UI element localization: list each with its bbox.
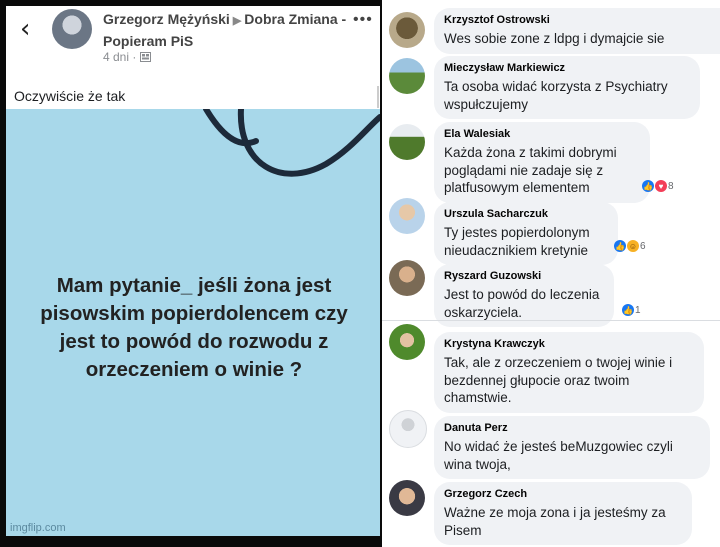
post-author-line[interactable]: Grzegorz Mężyński ▶ Dobra Zmiana - Popiera… (103, 9, 353, 51)
comment-text: Ty jestes popierdolonym nieudacznikiem k… (444, 225, 590, 258)
comment-author[interactable]: Ela Walesiak (444, 128, 640, 140)
avatar[interactable] (389, 58, 425, 94)
comment-text: Jest to powód do leczenia oskarzyciela. (444, 287, 600, 320)
post-header: ‹ Grzegorz Mężyński ▶ Dobra Zmiana - Popie… (6, 6, 380, 80)
scroll-indicator (377, 86, 379, 108)
like-icon: 👍 (642, 180, 654, 192)
comment-author[interactable]: Urszula Sacharczuk (444, 208, 608, 220)
post-text: Oczywiście że tak (14, 88, 126, 104)
comment-author[interactable]: Danuta Perz (444, 422, 700, 434)
post-meta: 4 dni · (103, 50, 151, 64)
post-panel: ‹ Grzegorz Mężyński ▶ Dobra Zmiana - Popie… (6, 6, 380, 536)
avatar[interactable] (389, 198, 425, 234)
comment-bubble: Ela Walesiak Każda żona z takimi dobrymi… (434, 122, 650, 203)
post-image[interactable]: Mam pytanie_ jeśli żona jest pisowskim p… (6, 109, 380, 536)
comment-author[interactable]: Ryszard Guzowski (444, 270, 604, 282)
comment-bubble: Urszula Sacharczuk Ty jestes popierdolon… (434, 202, 618, 265)
comment-bubble: Danuta Perz No widać że jesteś beMuzgowi… (434, 416, 710, 479)
comment-bubble: Krzysztof Ostrowski Wes sobie zone z ldp… (434, 8, 720, 54)
like-icon: 👍 (614, 240, 626, 252)
avatar[interactable] (389, 124, 425, 160)
group-icon (139, 52, 151, 62)
comment-text: Ważne ze moja zona i ja jesteśmy za Pise… (444, 505, 666, 538)
comment-bubble: Grzegorz Czech Ważne ze moja zona i ja j… (434, 482, 692, 545)
screenshot-frame: ‹ Grzegorz Mężyński ▶ Dobra Zmiana - Popie… (0, 0, 720, 547)
more-dots-icon[interactable]: ••• (353, 11, 373, 29)
comment-author[interactable]: Mieczysław Markiewicz (444, 62, 690, 74)
reaction-count[interactable]: 👍 ☺ 6 (614, 240, 646, 252)
avatar[interactable] (389, 324, 425, 360)
comments-panel: Krzysztof Ostrowski Wes sobie zone z ldp… (382, 0, 720, 547)
haha-icon: ☺ (627, 240, 639, 252)
comment-text: Wes sobie zone z ldpg i dymajcie sie (444, 31, 665, 46)
stethoscope-tube-graphic (203, 109, 380, 177)
comment-bubble: Krystyna Krawczyk Tak, ale z orzeczeniem… (434, 332, 704, 413)
avatar[interactable] (389, 480, 425, 516)
comment-author[interactable]: Grzegorz Czech (444, 488, 682, 500)
watermark: imgflip.com (10, 522, 66, 534)
chevron-left-icon[interactable]: ‹ (20, 14, 30, 44)
comment-text: Każda żona z takimi dobrymi poglądami ni… (444, 145, 617, 195)
avatar[interactable] (52, 9, 92, 49)
comment-author[interactable]: Krystyna Krawczyk (444, 338, 694, 350)
comment-bubble: Mieczysław Markiewicz Ta osoba widać kor… (434, 56, 700, 119)
avatar[interactable] (389, 12, 425, 48)
reaction-count[interactable]: 👍 ♥ 8 (642, 180, 674, 192)
author-name[interactable]: Grzegorz Mężyński (103, 11, 230, 27)
reaction-count[interactable]: 👍 1 (622, 304, 641, 316)
divider (382, 320, 720, 321)
image-caption: Mam pytanie_ jeśli żona jest pisowskim p… (40, 274, 348, 381)
arrow-right-icon: ▶ (232, 15, 242, 27)
comment-text: Tak, ale z orzeczeniem o twojej winie i … (444, 355, 673, 405)
like-icon: 👍 (622, 304, 634, 316)
comment-text: No widać że jesteś beMuzgowiec czyli win… (444, 439, 673, 472)
avatar[interactable] (389, 260, 425, 296)
love-icon: ♥ (655, 180, 667, 192)
comment-bubble: Ryszard Guzowski Jest to powód do leczen… (434, 264, 614, 327)
comment-text: Ta osoba widać korzysta z Psychiatry wsp… (444, 79, 668, 112)
comment-author[interactable]: Krzysztof Ostrowski (444, 14, 720, 26)
avatar[interactable] (389, 410, 427, 448)
post-time[interactable]: 4 dni (103, 50, 129, 64)
